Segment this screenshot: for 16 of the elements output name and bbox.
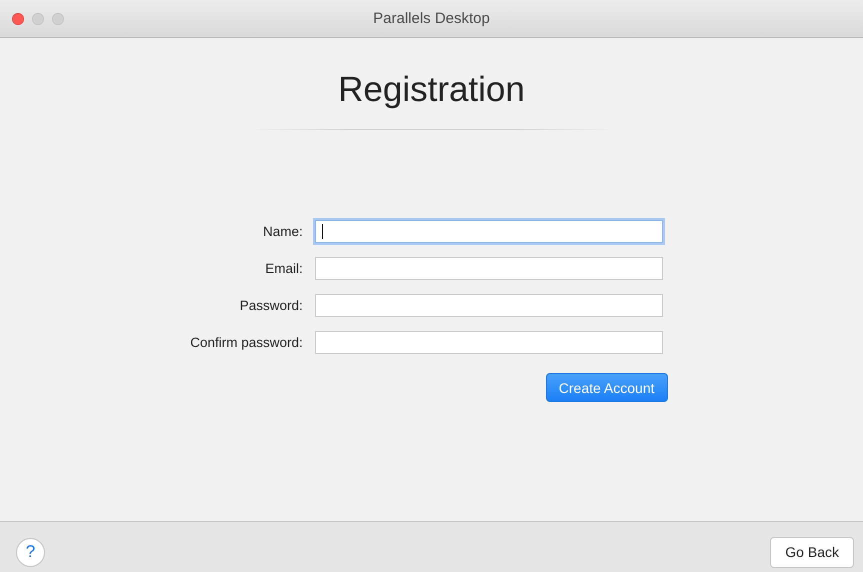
text-field[interactable] — [314, 257, 663, 280]
help-button[interactable]: ? — [16, 538, 45, 566]
page-heading: Registration — [338, 70, 525, 110]
text-field[interactable] — [314, 294, 663, 317]
minimize-icon[interactable] — [32, 12, 44, 24]
zoom-icon[interactable] — [52, 12, 64, 24]
close-icon[interactable] — [12, 12, 24, 24]
create-account-button[interactable]: Create Account — [546, 373, 668, 402]
go-back-button[interactable]: Go Back — [770, 536, 854, 568]
text-field[interactable] — [314, 331, 663, 354]
field-label: Confirm password: — [190, 335, 303, 350]
field-label: Name: — [263, 224, 303, 239]
field-label: Email: — [265, 261, 303, 276]
field-label: Password: — [240, 298, 303, 313]
window-title: Parallels Desktop — [373, 10, 490, 27]
text-field[interactable] — [314, 220, 663, 243]
